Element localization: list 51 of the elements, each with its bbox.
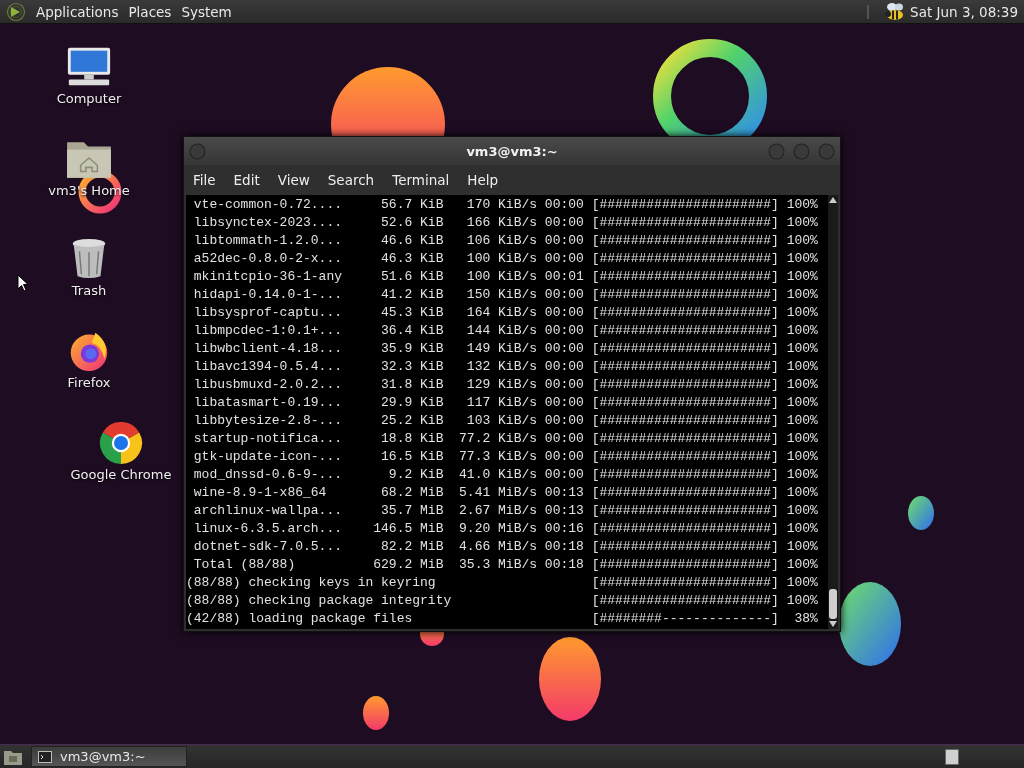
terminal-line: vte-common-0.72.... 56.7 KiB 170 KiB/s 00:00 [######################] 100% xyxy=(192,196,819,214)
panel-handle-icon xyxy=(866,3,871,20)
terminal-icon xyxy=(38,750,52,763)
menu-item[interactable]: Edit xyxy=(224,172,269,188)
terminal-line: libusbmuxd-2.0.2... 31.8 KiB 129 KiB/s 00:00 [######################] 100% xyxy=(192,376,819,394)
panel-menu[interactable]: Places xyxy=(128,3,172,20)
desktop-icon-label[interactable]: Google Chrome xyxy=(70,467,172,482)
workspace-switcher[interactable] xyxy=(945,748,959,765)
terminal-line: libmpcdec-1:0.1+... 36.4 KiB 144 KiB/s 00:00 [######################] 100% xyxy=(192,322,819,340)
scroll-down-icon[interactable] xyxy=(829,621,837,627)
menu-item[interactable]: View xyxy=(268,172,319,188)
terminal-line: (42/88) loading package files [########--------------] 38% xyxy=(186,610,819,628)
terminal-line: libsysprof-captu... 45.3 KiB 164 KiB/s 00:00 [######################] 100% xyxy=(192,304,819,322)
terminal-line: hidapi-0.14.0-1-... 41.2 KiB 150 KiB/s 00:00 [######################] 100% xyxy=(192,286,819,304)
terminal-line: (88/88) checking package integrity [######################] 100% xyxy=(186,592,819,610)
terminal-line: startup-notifica... 18.8 KiB 77.2 KiB/s 00:00 [######################] 100% xyxy=(192,430,819,448)
terminal-line: mkinitcpio-36-1-any 51.6 KiB 100 KiB/s 00:01 [######################] 100% xyxy=(192,268,819,286)
terminal-line: libsynctex-2023.... 52.6 KiB 166 KiB/s 00:00 [######################] 100% xyxy=(192,214,819,232)
terminal-line: wine-8.9-1-x86_64 68.2 MiB 5.41 MiB/s 00:13 [######################] 100% xyxy=(192,484,819,502)
terminal-line: libatasmart-0.19... 29.9 KiB 117 KiB/s 00:00 [######################] 100% xyxy=(192,394,819,412)
scroll-up-icon[interactable] xyxy=(829,197,837,203)
panel-menu[interactable]: System xyxy=(181,3,232,20)
desktop-icon-label[interactable]: Trash xyxy=(71,283,107,298)
menu-item[interactable]: Terminal xyxy=(383,172,459,188)
terminal-line: libavc1394-0.5.4... 32.3 KiB 132 KiB/s 00:00 [######################] 100% xyxy=(192,358,819,376)
chrome-icon[interactable] xyxy=(97,422,145,464)
terminal-line: libwbclient-4.18... 35.9 KiB 149 KiB/s 00:00 [######################] 100% xyxy=(192,340,819,358)
scrollbar-thumb[interactable] xyxy=(829,589,837,619)
scrollbar[interactable] xyxy=(828,195,838,629)
computer-icon[interactable] xyxy=(65,46,113,88)
terminal-line: archlinux-wallpa... 35.7 MiB 2.67 MiB/s 00:13 [######################] 100% xyxy=(192,502,819,520)
window-title: vm3@vm3:~ xyxy=(465,143,559,159)
terminal-line: Total (88/88) 629.2 MiB 35.3 MiB/s 00:18 [######################] 100% xyxy=(192,556,819,574)
terminal-line: a52dec-0.8.0-2-x... 46.3 KiB 100 KiB/s 00:00 [######################] 100% xyxy=(192,250,819,268)
clock[interactable]: Sat Jun 3, 08:39 xyxy=(910,3,1018,20)
logo-icon[interactable] xyxy=(6,1,26,22)
terminal-line: linux-6.3.5.arch... 146.5 MiB 9.20 MiB/s 00:16 [######################] 100% xyxy=(192,520,819,538)
menu-item[interactable]: Search xyxy=(318,172,384,188)
panel-menu[interactable]: Applications xyxy=(36,3,119,20)
terminal-line: gtk-update-icon-... 16.5 KiB 77.3 KiB/s 00:00 [######################] 100% xyxy=(192,448,819,466)
mouse-pointer-icon xyxy=(17,274,29,292)
terminal-line: libbytesize-2.8-... 25.2 KiB 103 KiB/s 00:00 [######################] 100% xyxy=(192,412,819,430)
terminal-line: libtommath-1.2.0... 46.6 KiB 106 KiB/s 00:00 [######################] 100% xyxy=(192,232,819,250)
taskbar-button[interactable]: vm3@vm3:~ xyxy=(31,746,187,767)
terminal-line: mod_dnssd-0.6-9-... 9.2 KiB 41.0 KiB/s 00:00 [######################] 100% xyxy=(192,466,819,484)
desktop-icon-label[interactable]: Firefox xyxy=(67,375,111,390)
terminal-line: (88/88) checking keys in keyring [######################] 100% xyxy=(186,574,819,592)
menu-item[interactable]: File xyxy=(184,172,225,188)
menu-item[interactable]: Help xyxy=(458,172,508,188)
desktop-icon-label[interactable]: Computer xyxy=(56,91,122,106)
terminal-line: dotnet-sdk-7.0.5... 82.2 MiB 4.66 MiB/s 00:18 [######################] 100% xyxy=(192,538,819,556)
